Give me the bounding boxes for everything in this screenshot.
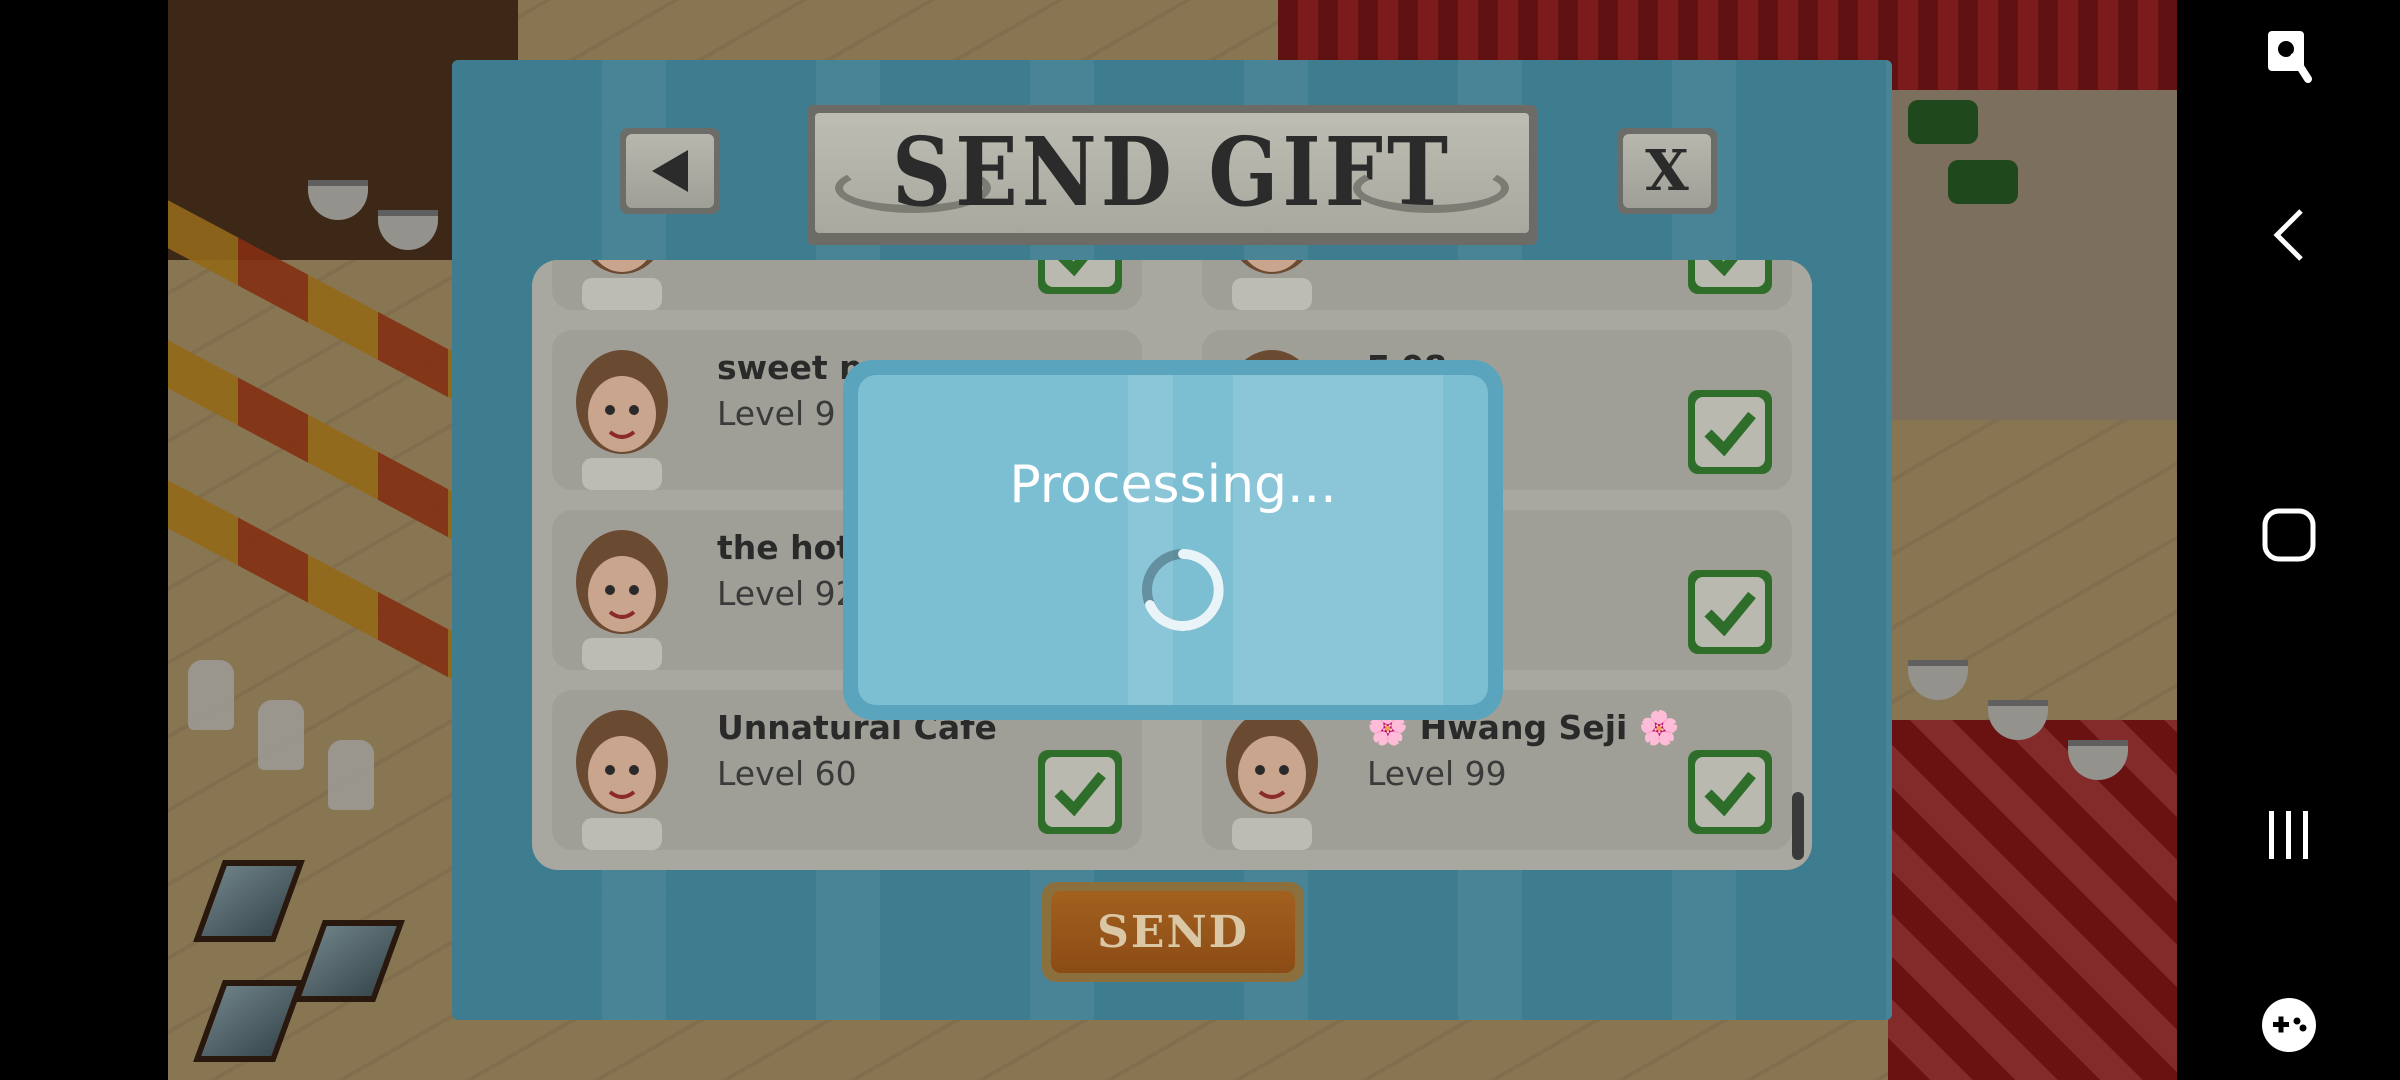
chef-avatar-icon <box>576 530 668 670</box>
nav-back-button[interactable] <box>2177 200 2400 270</box>
game-launcher-button[interactable] <box>2177 990 2400 1060</box>
friend-checkbox[interactable] <box>1038 750 1122 834</box>
friend-level: Level 92 <box>717 574 857 613</box>
friend-level: Level 99 <box>1367 754 1507 793</box>
checkmark-icon <box>1057 260 1088 277</box>
nav-home-button[interactable] <box>2177 500 2400 570</box>
friend-name: the hot <box>717 528 853 567</box>
back-arrow-icon <box>652 150 688 192</box>
chef-avatar-icon <box>576 350 668 490</box>
modal-band <box>1233 375 1443 705</box>
nav-recents-button[interactable] <box>2177 800 2400 870</box>
accessibility-icon <box>2267 31 2312 83</box>
checkmark-icon <box>1707 260 1738 277</box>
friend-name: sweet n <box>717 348 863 387</box>
send-button[interactable]: SEND <box>1042 882 1304 982</box>
screen: SEND GIFT X sweet n Level 9 the hot Leve… <box>0 0 2400 1080</box>
recents-icon <box>2268 811 2308 859</box>
close-icon: X <box>1645 138 1689 204</box>
game-launcher-icon <box>2261 998 2316 1052</box>
flourish-right <box>1353 163 1509 213</box>
home-icon <box>2262 508 2315 562</box>
friend-checkbox[interactable] <box>1688 260 1772 294</box>
system-navigation-bar <box>2177 0 2400 1080</box>
checkmark-icon <box>1704 771 1756 817</box>
chef-avatar-icon <box>582 260 662 310</box>
checkmark-icon <box>1704 591 1756 637</box>
friend-checkbox[interactable] <box>1688 570 1772 654</box>
scrollbar[interactable] <box>1792 792 1804 860</box>
checkmark-icon <box>1054 771 1106 817</box>
friend-checkbox[interactable] <box>1688 390 1772 474</box>
chef-avatar-icon <box>1232 260 1312 310</box>
checkmark-icon <box>1704 411 1756 457</box>
friend-level: Level 60 <box>717 754 857 793</box>
chef-avatar-icon <box>1226 710 1318 850</box>
friend-card[interactable] <box>552 260 1142 310</box>
loading-spinner-icon <box>1142 549 1224 631</box>
friend-level: Level 9 <box>717 394 836 433</box>
back-button[interactable] <box>620 128 720 214</box>
chef-avatar-icon <box>576 710 668 850</box>
modal-band <box>1128 375 1173 705</box>
back-icon <box>2272 209 2303 261</box>
processing-message: Processing... <box>1009 455 1337 515</box>
friend-card[interactable] <box>1202 260 1792 310</box>
title-plaque: SEND GIFT <box>807 105 1537 245</box>
friend-checkbox[interactable] <box>1038 260 1122 294</box>
send-button-label: SEND <box>1051 891 1295 973</box>
friend-checkbox[interactable] <box>1688 750 1772 834</box>
accessibility-button[interactable] <box>2177 25 2400 85</box>
close-button[interactable]: X <box>1617 128 1717 214</box>
processing-modal: Processing... <box>843 360 1503 720</box>
